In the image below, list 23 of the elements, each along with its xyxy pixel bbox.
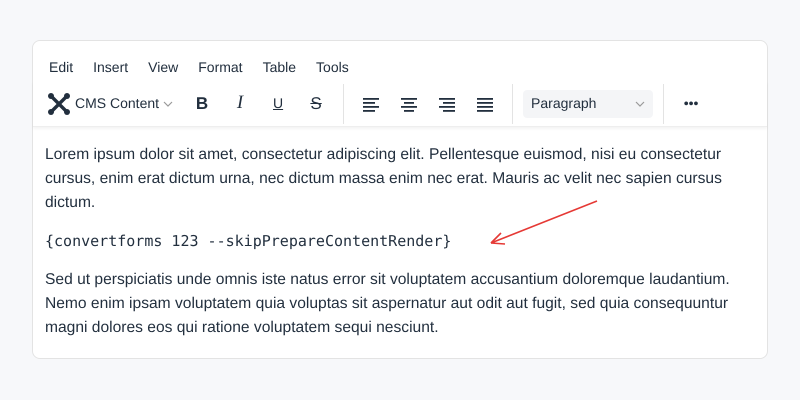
paragraph: Lorem ipsum dolor sit amet, consectetur adipiscing elit. Pellentesque euismod, nisi eu consectetur cursus, enim erat dictum urna, nec dictum massa enim nec erat. Mauris ac velit nec sapien cursus dictum. [45, 145, 723, 213]
menu-item[interactable]: View [138, 53, 188, 81]
bold-button[interactable]: B [185, 86, 220, 120]
chevron-icon [163, 100, 174, 106]
paragraph: Sed ut perspiciatis unde omnis iste natus error sit voluptatem accusantium doloremque laudantium. Nemo enim ipsam voluptatem quia voluptas sit aspernatur aut odit aut fugit, sed quia consequuntur magni dolores eos qui ratione voluptatem sequi nesciunt. [45, 270, 731, 338]
strikethrough-button[interactable]: S [299, 86, 334, 120]
menu-item[interactable]: Tools [306, 53, 359, 81]
menu-item[interactable]: Format [188, 53, 253, 81]
underline-button[interactable]: U [261, 86, 296, 120]
menu-item[interactable]: Edit [39, 53, 84, 81]
block-format-select[interactable]: Paragraph [523, 90, 654, 118]
logo-icon [47, 92, 71, 116]
cms-content-dropdown[interactable]: CMS Content [43, 92, 178, 116]
align-justify-icon [477, 96, 494, 112]
code-text: {convertforms 123 --skipPrepareContentRender} [45, 231, 452, 252]
more-button[interactable]: ••• [674, 86, 708, 120]
align-right-icon [439, 96, 456, 112]
menu-item[interactable]: Table [252, 53, 306, 81]
align-left-icon [363, 96, 380, 112]
align-center-icon [401, 96, 418, 112]
italic-button[interactable]: I [223, 86, 258, 120]
menu-item[interactable]: Insert [83, 53, 138, 81]
chevron-icon [635, 100, 646, 106]
